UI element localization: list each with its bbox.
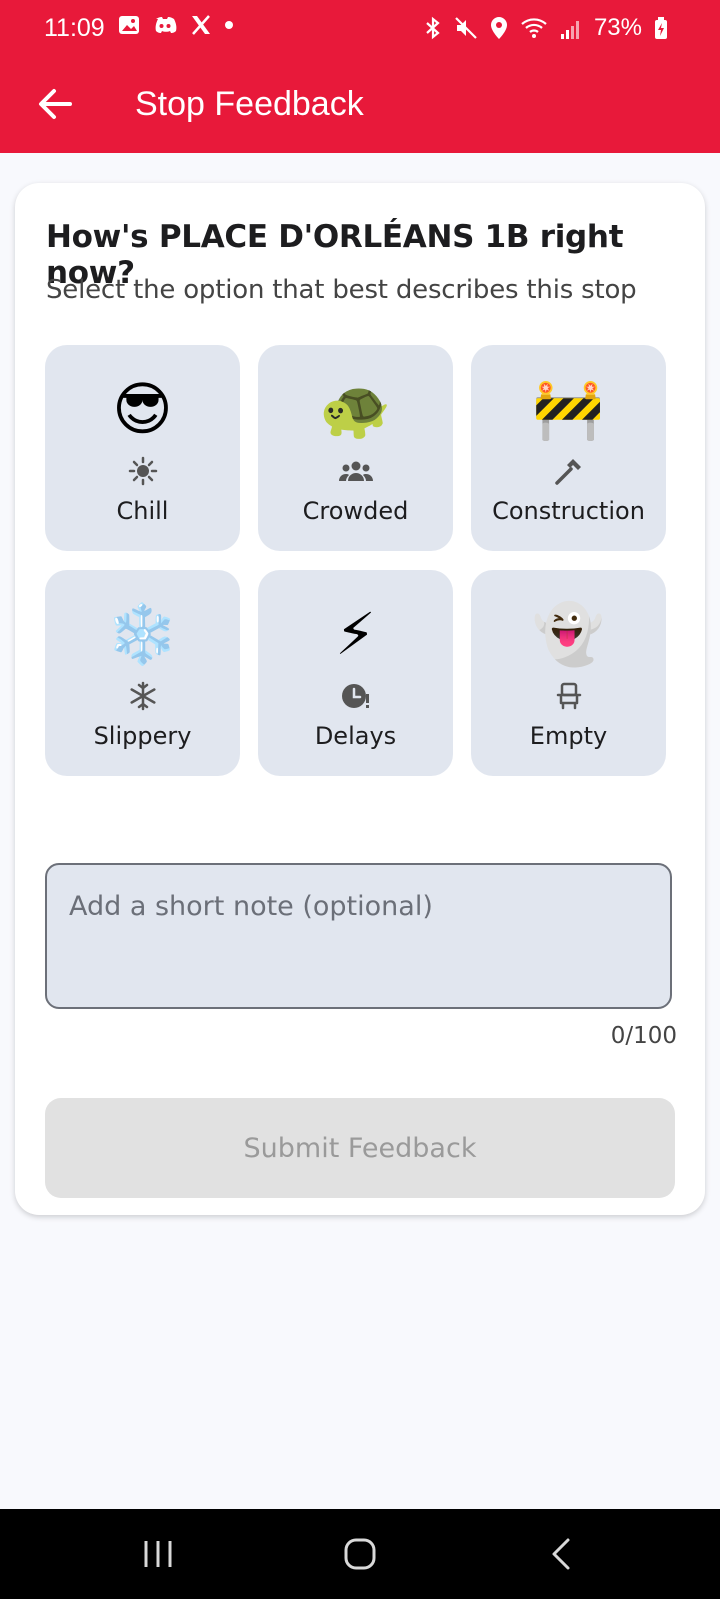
option-chill[interactable]: 😎 Chill	[45, 345, 240, 551]
dot-icon	[225, 21, 233, 29]
option-crowded[interactable]: 🐢 Crowded	[258, 345, 453, 551]
gallery-icon	[119, 16, 139, 34]
lightning-emoji-icon: ⚡	[335, 602, 376, 667]
system-icons: 73%	[424, 14, 668, 42]
turtle-emoji-icon: 🐢	[319, 377, 392, 442]
system-nav-bar	[0, 1509, 720, 1599]
ghost-emoji-icon: 👻	[532, 602, 605, 667]
hammer-icon	[554, 459, 581, 485]
option-label: Slippery	[93, 722, 192, 750]
character-counter: 0/100	[610, 1023, 677, 1049]
wifi-icon	[521, 18, 547, 38]
battery-percent: 73%	[593, 14, 642, 41]
signal-icon	[560, 21, 579, 39]
arrow-left-icon	[39, 89, 72, 119]
page-title: Stop Feedback	[135, 85, 364, 123]
option-label: Delays	[314, 722, 397, 750]
top-bar: 11:09 73% Stop Feedback	[0, 0, 720, 153]
app-bar: Stop Feedback	[0, 62, 720, 153]
discord-icon	[155, 17, 177, 33]
note-field[interactable]	[45, 863, 672, 1009]
snowflake-emoji-icon: ❄️	[106, 602, 179, 667]
barrier-emoji-icon: 🚧	[532, 377, 605, 442]
group-icon	[338, 461, 373, 481]
recents-button[interactable]	[128, 1531, 188, 1577]
back-icon	[552, 1538, 570, 1570]
option-delays[interactable]: ⚡ Delays	[258, 570, 453, 776]
sunglasses-emoji-icon: 😎	[112, 377, 173, 442]
sun-icon	[128, 456, 157, 486]
feedback-card: How's PLACE D'ORLÉANS 1B right now? Sele…	[15, 183, 705, 1215]
option-label: Crowded	[302, 497, 409, 525]
question-subtitle: Select the option that best describes th…	[46, 275, 637, 305]
status-time: 11:09	[44, 14, 105, 42]
option-label: Construction	[492, 497, 645, 525]
submit-feedback-button[interactable]: Submit Feedback	[45, 1098, 675, 1198]
mute-icon	[455, 17, 477, 39]
status-bar: 11:09 73%	[0, 0, 720, 62]
notification-icons	[118, 14, 234, 36]
clock-alert-icon	[341, 684, 369, 708]
x-icon	[192, 15, 210, 35]
location-icon	[490, 17, 507, 39]
battery-icon	[655, 17, 667, 39]
note-input[interactable]	[47, 865, 670, 1007]
snowflake-icon	[129, 681, 156, 711]
nav-back-button[interactable]	[532, 1531, 592, 1577]
option-label: Empty	[529, 722, 608, 750]
option-label: Chill	[116, 497, 169, 525]
home-icon	[344, 1538, 376, 1570]
option-empty[interactable]: 👻 Empty	[471, 570, 666, 776]
empty-seat-icon	[556, 682, 581, 710]
bluetooth-icon	[426, 16, 440, 40]
option-construction[interactable]: 🚧 Construction	[471, 345, 666, 551]
recents-icon	[144, 1541, 172, 1567]
back-button[interactable]	[32, 80, 80, 128]
home-button[interactable]	[330, 1531, 390, 1577]
option-slippery[interactable]: ❄️ Slippery	[45, 570, 240, 776]
